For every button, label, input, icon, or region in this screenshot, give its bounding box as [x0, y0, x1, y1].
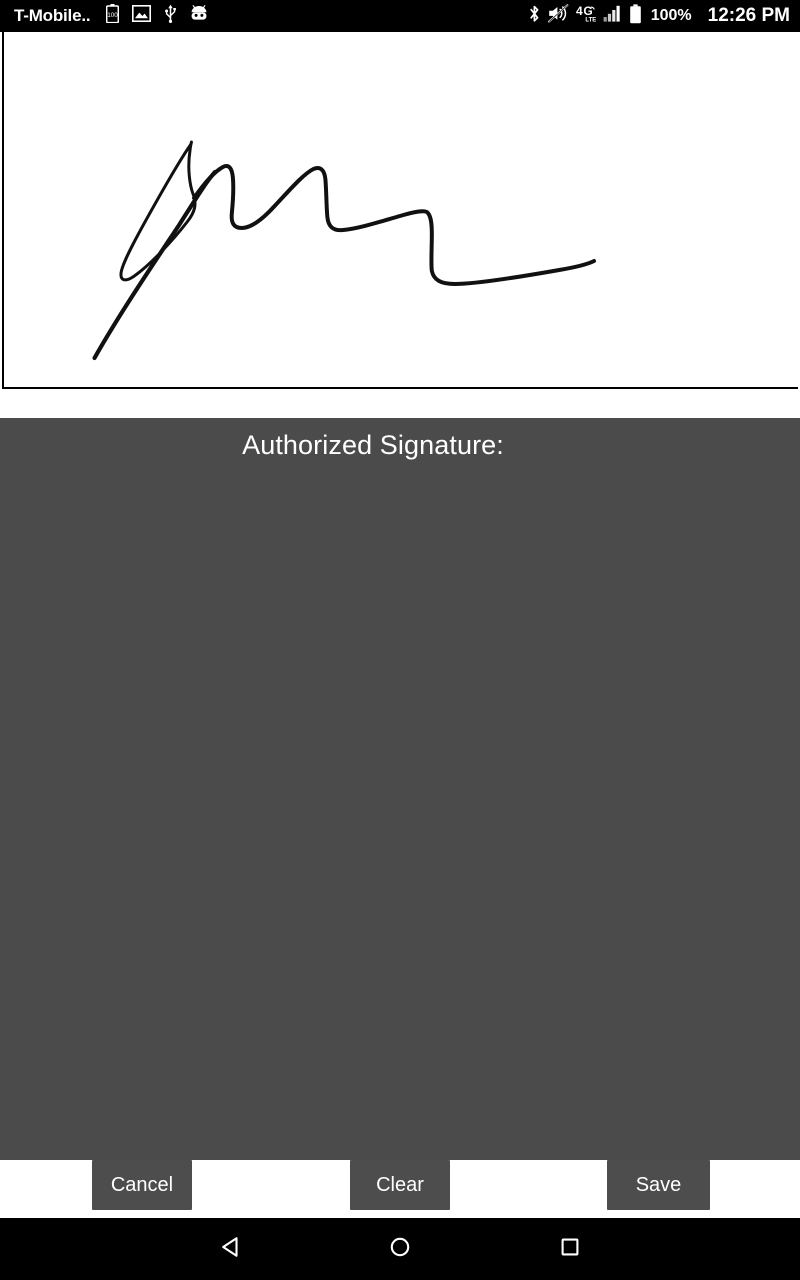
clear-button[interactable]: Clear: [350, 1160, 450, 1210]
signature-label: Authorized Signature:: [242, 430, 504, 460]
svg-text:100: 100: [108, 12, 119, 19]
battery-full-icon: [629, 3, 642, 29]
recents-square-icon: [557, 1234, 583, 1265]
bluetooth-icon: [528, 4, 541, 29]
volume-mute-icon: [547, 4, 569, 28]
status-right-icon-group: 4 G LTE 100% 12:26 PM: [528, 3, 790, 29]
svg-text:4: 4: [576, 4, 583, 18]
navigation-bar: [0, 1218, 800, 1280]
save-button[interactable]: Save: [607, 1160, 710, 1210]
carrier-label: T-Mobile..: [14, 6, 91, 25]
network-4g-lte-icon: 4 G LTE: [576, 4, 596, 28]
battery-percent-label: 100%: [650, 7, 692, 24]
photo-icon: [132, 5, 152, 27]
signature-canvas[interactable]: [2, 32, 798, 389]
home-circle-icon: [387, 1234, 413, 1265]
action-bar: Cancel Clear Save: [0, 1160, 800, 1218]
svg-text:G: G: [583, 4, 592, 18]
nav-recents-button[interactable]: [525, 1218, 615, 1280]
back-triangle-icon: [218, 1234, 244, 1265]
signal-bars-icon: [603, 4, 622, 28]
status-clock: 12:26 PM: [707, 5, 790, 26]
status-left-icon-group: 100: [106, 4, 208, 28]
status-bar: T-Mobile.. 100 4 G LTE 100% 12:26 PM: [0, 0, 800, 32]
cancel-button[interactable]: Cancel: [92, 1160, 192, 1210]
signature-capture-screen: T-Mobile.. 100 4 G LTE 100% 12:26 PM Aut…: [0, 0, 800, 1280]
usb-icon: [164, 4, 177, 28]
nav-home-button[interactable]: [355, 1218, 445, 1280]
android-robot-icon: [190, 5, 208, 27]
nav-back-button[interactable]: [186, 1218, 276, 1280]
svg-text:LTE: LTE: [585, 18, 596, 23]
content-area: Authorized Signature:: [0, 418, 800, 1160]
battery-saver-icon: 100: [106, 4, 120, 28]
signature-panel: [0, 32, 800, 418]
